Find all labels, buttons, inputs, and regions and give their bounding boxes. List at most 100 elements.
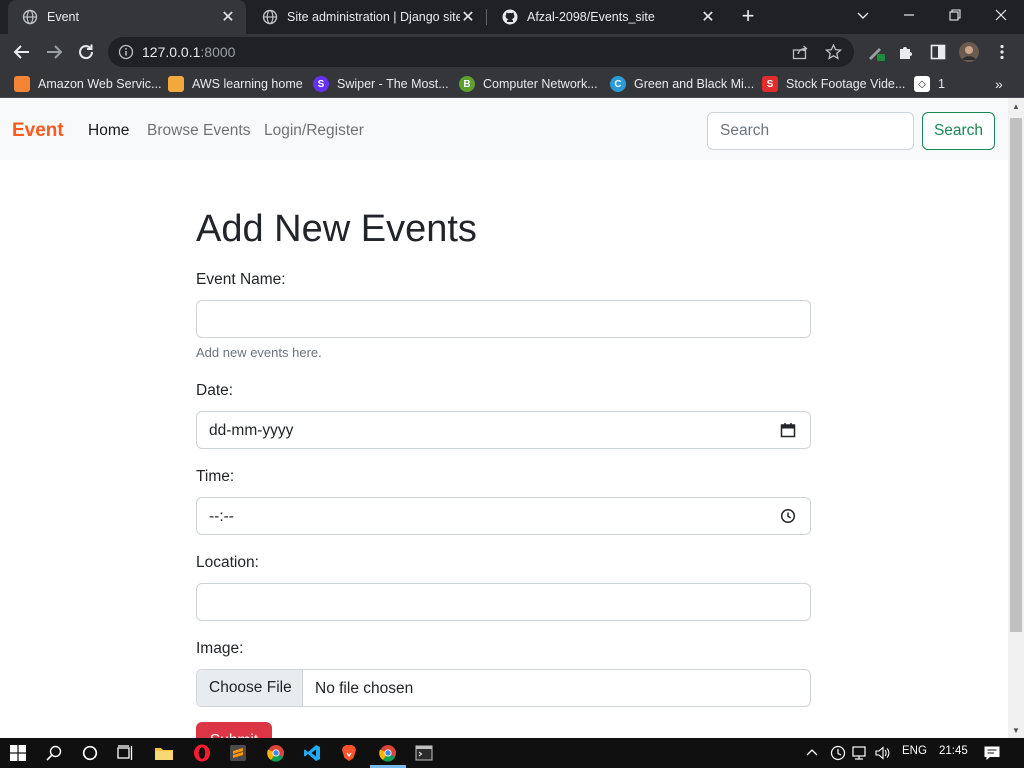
reload-icon [79, 44, 94, 60]
bookmark-stock-footage[interactable]: S Stock Footage Vide... [762, 75, 905, 93]
language-indicator[interactable]: ENG [902, 745, 927, 757]
github-icon [502, 9, 518, 25]
page-scrollbar[interactable]: ▲ ▼ [1008, 98, 1024, 738]
submit-button[interactable]: Submit [196, 722, 272, 738]
file-status-text: No file chosen [315, 680, 414, 697]
close-icon[interactable]: ✕ [460, 9, 476, 26]
time-label: Time: [196, 468, 235, 485]
task-view-icon[interactable] [113, 741, 137, 765]
bookmark-label: Stock Footage Vide... [786, 77, 906, 91]
kebab-menu-icon[interactable] [992, 42, 1012, 62]
back-button[interactable] [8, 38, 36, 66]
url-port: :8000 [200, 44, 236, 60]
bookmark-label: 1 [938, 77, 945, 91]
event-name-help-text: Add new events here. [196, 345, 322, 360]
bookmark-label: Green and Black Mi... [634, 77, 755, 91]
vscode-icon[interactable] [300, 741, 324, 765]
chrome-active-icon[interactable] [375, 741, 401, 765]
info-icon[interactable] [118, 44, 134, 60]
people-icon[interactable] [826, 741, 850, 765]
chevron-up-icon[interactable] [800, 741, 824, 765]
file-explorer-icon[interactable] [152, 741, 176, 765]
tab-title: Event [47, 10, 79, 24]
windows-taskbar: ENG 21:45 [0, 738, 1024, 768]
date-field[interactable]: dd-mm-yyyy [196, 411, 811, 449]
image-file-field[interactable]: Choose File No file chosen [196, 669, 811, 707]
volume-icon[interactable] [871, 741, 895, 765]
opera-icon[interactable] [190, 741, 214, 765]
brave-icon[interactable] [337, 741, 361, 765]
pen-extension-icon[interactable] [866, 42, 886, 62]
bookmarks-overflow-button[interactable]: » [995, 75, 1003, 93]
bookmark-label: Amazon Web Servic... [38, 77, 162, 91]
search-icon[interactable] [42, 741, 66, 765]
bookmark-swiper[interactable]: S Swiper - The Most... [313, 75, 449, 93]
box-icon [168, 76, 184, 92]
tab-django-admin[interactable]: Site administration | Django site ✕ [248, 0, 486, 34]
bookmark-aws-learning[interactable]: AWS learning home [168, 75, 303, 93]
page-title: Add New Events [196, 208, 477, 250]
browser-toolbar: 127.0.0.1:8000 [0, 34, 1024, 70]
terminal-icon[interactable] [412, 741, 436, 765]
windows-start-icon[interactable] [6, 741, 30, 765]
new-tab-button[interactable]: + [736, 5, 760, 29]
close-icon[interactable]: ✕ [220, 9, 236, 26]
minimize-button[interactable] [886, 0, 932, 30]
address-bar[interactable]: 127.0.0.1:8000 [108, 37, 854, 67]
bookmark-aws[interactable]: Amazon Web Servic... [14, 75, 161, 93]
calendar-icon[interactable] [780, 422, 796, 438]
profile-avatar[interactable] [959, 42, 979, 62]
canva-icon: C [610, 76, 626, 92]
choose-file-button[interactable]: Choose File [197, 670, 303, 706]
nav-login-register[interactable]: Login/Register [264, 122, 364, 140]
reload-button[interactable] [72, 38, 100, 66]
tab-search-button[interactable] [840, 0, 886, 30]
close-icon [995, 9, 1007, 21]
restore-button[interactable] [932, 0, 978, 30]
time-value: --:-- [209, 508, 234, 525]
star-icon[interactable] [825, 44, 842, 60]
scroll-up-icon[interactable]: ▲ [1008, 98, 1024, 114]
bookmark-codepen[interactable]: ◇ 1 [914, 75, 945, 93]
tab-github-repo[interactable]: Afzal-2098/Events_site ✕ [488, 0, 726, 34]
search-input[interactable] [707, 112, 914, 150]
time-field[interactable]: --:-- [196, 497, 811, 535]
date-value: dd-mm-yyyy [209, 422, 294, 439]
chrome-icon[interactable] [264, 741, 288, 765]
url-host: 127.0.0.1 [142, 44, 201, 60]
brand-logo[interactable]: Event [12, 120, 64, 142]
nav-home[interactable]: Home [88, 122, 129, 140]
sublime-text-icon[interactable] [226, 741, 250, 765]
scroll-down-icon[interactable]: ▼ [1008, 722, 1024, 738]
location-field[interactable] [196, 583, 811, 621]
search-button[interactable]: Search [922, 112, 995, 150]
puzzle-icon[interactable] [896, 42, 916, 62]
date-label: Date: [196, 382, 234, 399]
url-text: 127.0.0.1:8000 [142, 44, 235, 60]
codepen-icon: ◇ [914, 76, 930, 92]
close-window-button[interactable] [978, 0, 1024, 30]
side-panel-icon[interactable] [928, 42, 948, 62]
share-icon[interactable] [792, 44, 810, 60]
cortana-icon[interactable] [78, 741, 102, 765]
clock-icon[interactable] [780, 508, 796, 524]
event-name-field[interactable] [196, 300, 811, 338]
notification-icon[interactable] [980, 741, 1004, 765]
bookmark-canva[interactable]: C Green and Black Mi... [610, 75, 754, 93]
clock[interactable]: 21:45 [939, 745, 968, 757]
forward-button[interactable] [40, 38, 68, 66]
swiper-icon: S [313, 76, 329, 92]
bookmark-computer-network[interactable]: B Computer Network... [459, 75, 598, 93]
arrow-left-icon [13, 45, 29, 59]
bookmark-label: Swiper - The Most... [337, 77, 449, 91]
scrollbar-thumb[interactable] [1010, 118, 1022, 632]
nav-browse-events[interactable]: Browse Events [147, 122, 250, 140]
globe-icon [22, 9, 38, 25]
arrow-right-icon [47, 45, 63, 59]
bookmark-label: AWS learning home [192, 77, 303, 91]
location-label: Location: [196, 554, 259, 571]
restore-icon [949, 9, 961, 21]
close-icon[interactable]: ✕ [700, 9, 716, 26]
network-icon[interactable] [848, 741, 872, 765]
tab-event[interactable]: Event ✕ [8, 0, 246, 34]
